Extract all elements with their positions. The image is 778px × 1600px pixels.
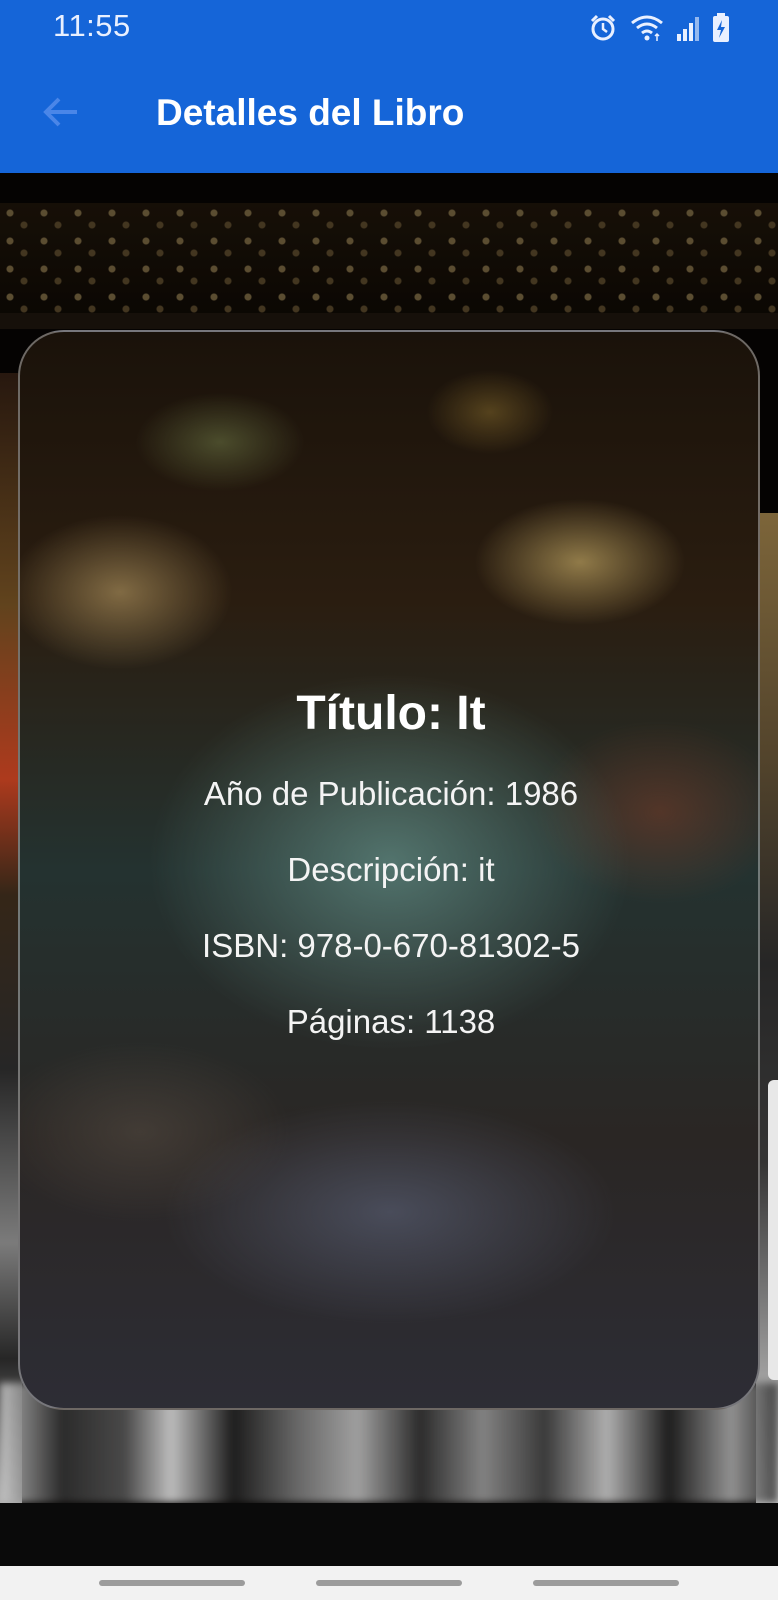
system-nav-bar bbox=[0, 1566, 778, 1600]
book-details-card: Título: It Año de Publicación: 1986 Desc… bbox=[18, 330, 760, 1410]
wifi-icon bbox=[630, 14, 664, 42]
ornament-frieze bbox=[0, 203, 778, 313]
book-pages: Páginas: 1138 bbox=[286, 1003, 496, 1040]
status-icons bbox=[588, 12, 730, 44]
floor bbox=[0, 1503, 778, 1566]
book-description: Descripción: it bbox=[287, 851, 495, 888]
book-details: Título: It Año de Publicación: 1986 Desc… bbox=[20, 672, 758, 1060]
book-isbn: ISBN: 978-0-670-81302-5 bbox=[202, 927, 580, 964]
back-button[interactable] bbox=[36, 84, 86, 144]
app-bar: Detalles del Libro bbox=[0, 56, 778, 173]
battery-charging-icon bbox=[712, 13, 730, 43]
status-bar: 11:55 bbox=[0, 0, 778, 56]
recents-button[interactable] bbox=[99, 1580, 245, 1586]
status-time: 11:55 bbox=[53, 8, 131, 43]
page-title: Detalles del Libro bbox=[156, 92, 465, 133]
arrow-left-icon bbox=[41, 92, 81, 137]
book-year: Año de Publicación: 1986 bbox=[203, 775, 579, 812]
top-bar: 11:55 Detalles del Libro bbox=[0, 0, 778, 173]
book-title: Título: It bbox=[296, 687, 486, 740]
alarm-icon bbox=[588, 13, 618, 43]
edge-panel-handle[interactable] bbox=[768, 1080, 778, 1380]
home-button[interactable] bbox=[316, 1580, 462, 1586]
ornament-bar bbox=[0, 313, 778, 329]
signal-icon bbox=[676, 15, 700, 41]
system-back-button[interactable] bbox=[533, 1580, 679, 1586]
